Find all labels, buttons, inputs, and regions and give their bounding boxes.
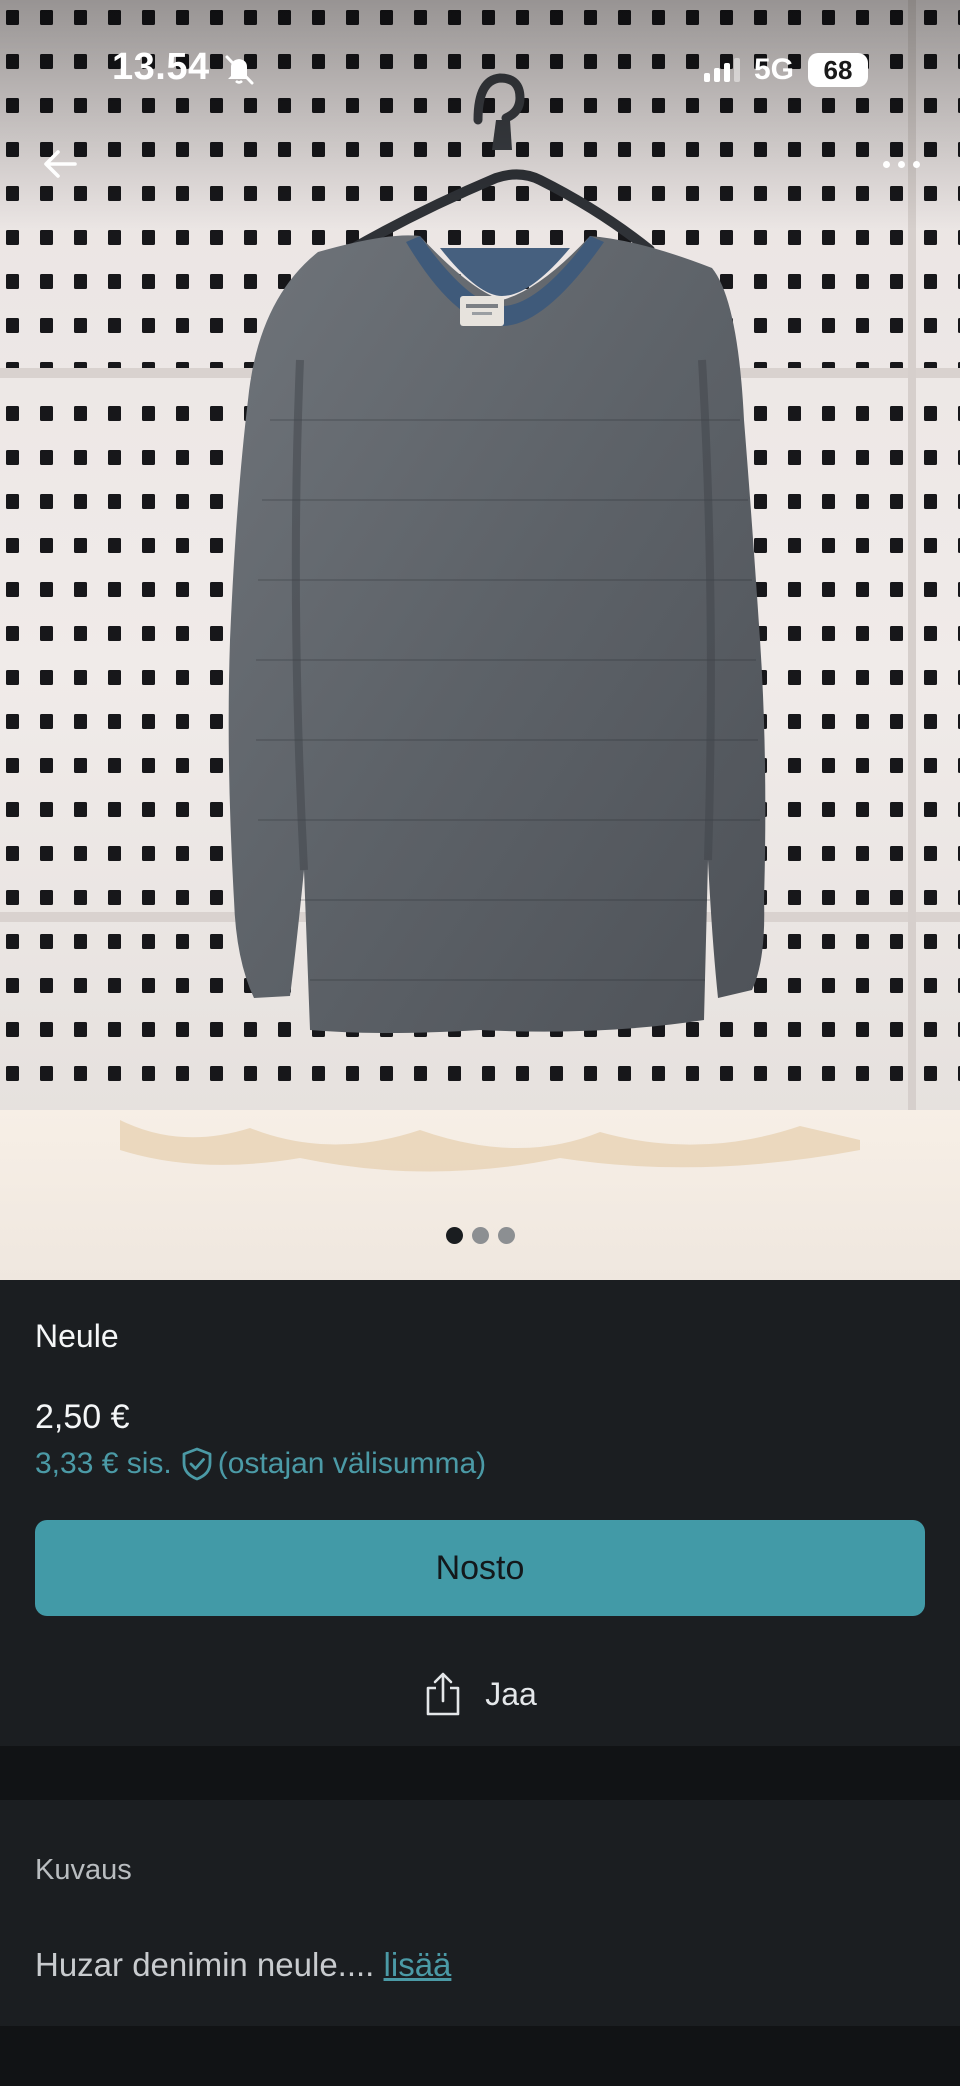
description-heading: Kuvaus bbox=[35, 1854, 132, 1886]
carousel-dot-1[interactable] bbox=[445, 1227, 463, 1244]
buyer-price-note: (ostajan välisumma) bbox=[217, 1447, 487, 1480]
status-indicators: 5G 68 bbox=[703, 52, 868, 88]
shield-check-icon bbox=[182, 1447, 212, 1481]
buy-button[interactable]: Nosto bbox=[35, 1520, 925, 1616]
listing-page: 13.54 5G 68 Neule 2,50 € 3,33 € sis. (os… bbox=[0, 0, 960, 2086]
bell-slash-icon bbox=[225, 55, 254, 85]
share-label: Jaa bbox=[485, 1675, 537, 1712]
description-body: Huzar denimin neule.... bbox=[35, 1946, 375, 1983]
share-icon bbox=[426, 1672, 460, 1716]
carousel-dot-2[interactable] bbox=[471, 1227, 489, 1244]
share-button[interactable]: Jaa bbox=[0, 1670, 960, 1718]
listing-price: 2,50 € bbox=[35, 1398, 130, 1436]
product-photo-carousel[interactable]: 13.54 5G 68 bbox=[0, 0, 960, 1280]
status-time: 13.54 bbox=[112, 46, 210, 88]
buyer-price-total: 3,33 € sis. bbox=[35, 1447, 172, 1480]
more-options-button[interactable] bbox=[868, 138, 934, 190]
more-horizontal-icon bbox=[882, 160, 890, 168]
battery-indicator: 68 bbox=[808, 53, 868, 87]
description-text: Huzar denimin neule.... lisää bbox=[35, 1946, 451, 1984]
description-panel: Kuvaus Huzar denimin neule.... lisää bbox=[0, 1800, 960, 2026]
signal-icon bbox=[703, 58, 740, 82]
product-photo bbox=[0, 0, 960, 1280]
network-type: 5G bbox=[753, 53, 794, 86]
carousel-dot-3[interactable] bbox=[497, 1227, 515, 1244]
arrow-left-icon bbox=[44, 150, 77, 178]
carousel-indicator bbox=[0, 1227, 960, 1244]
back-button[interactable] bbox=[34, 138, 86, 190]
listing-title: Neule bbox=[35, 1318, 119, 1354]
buyer-protection-price[interactable]: 3,33 € sis. (ostajan välisumma) bbox=[35, 1446, 486, 1482]
listing-info-panel: Neule 2,50 € 3,33 € sis. (ostajan välisu… bbox=[0, 1280, 960, 1746]
read-more-link[interactable]: lisää bbox=[384, 1946, 452, 1983]
